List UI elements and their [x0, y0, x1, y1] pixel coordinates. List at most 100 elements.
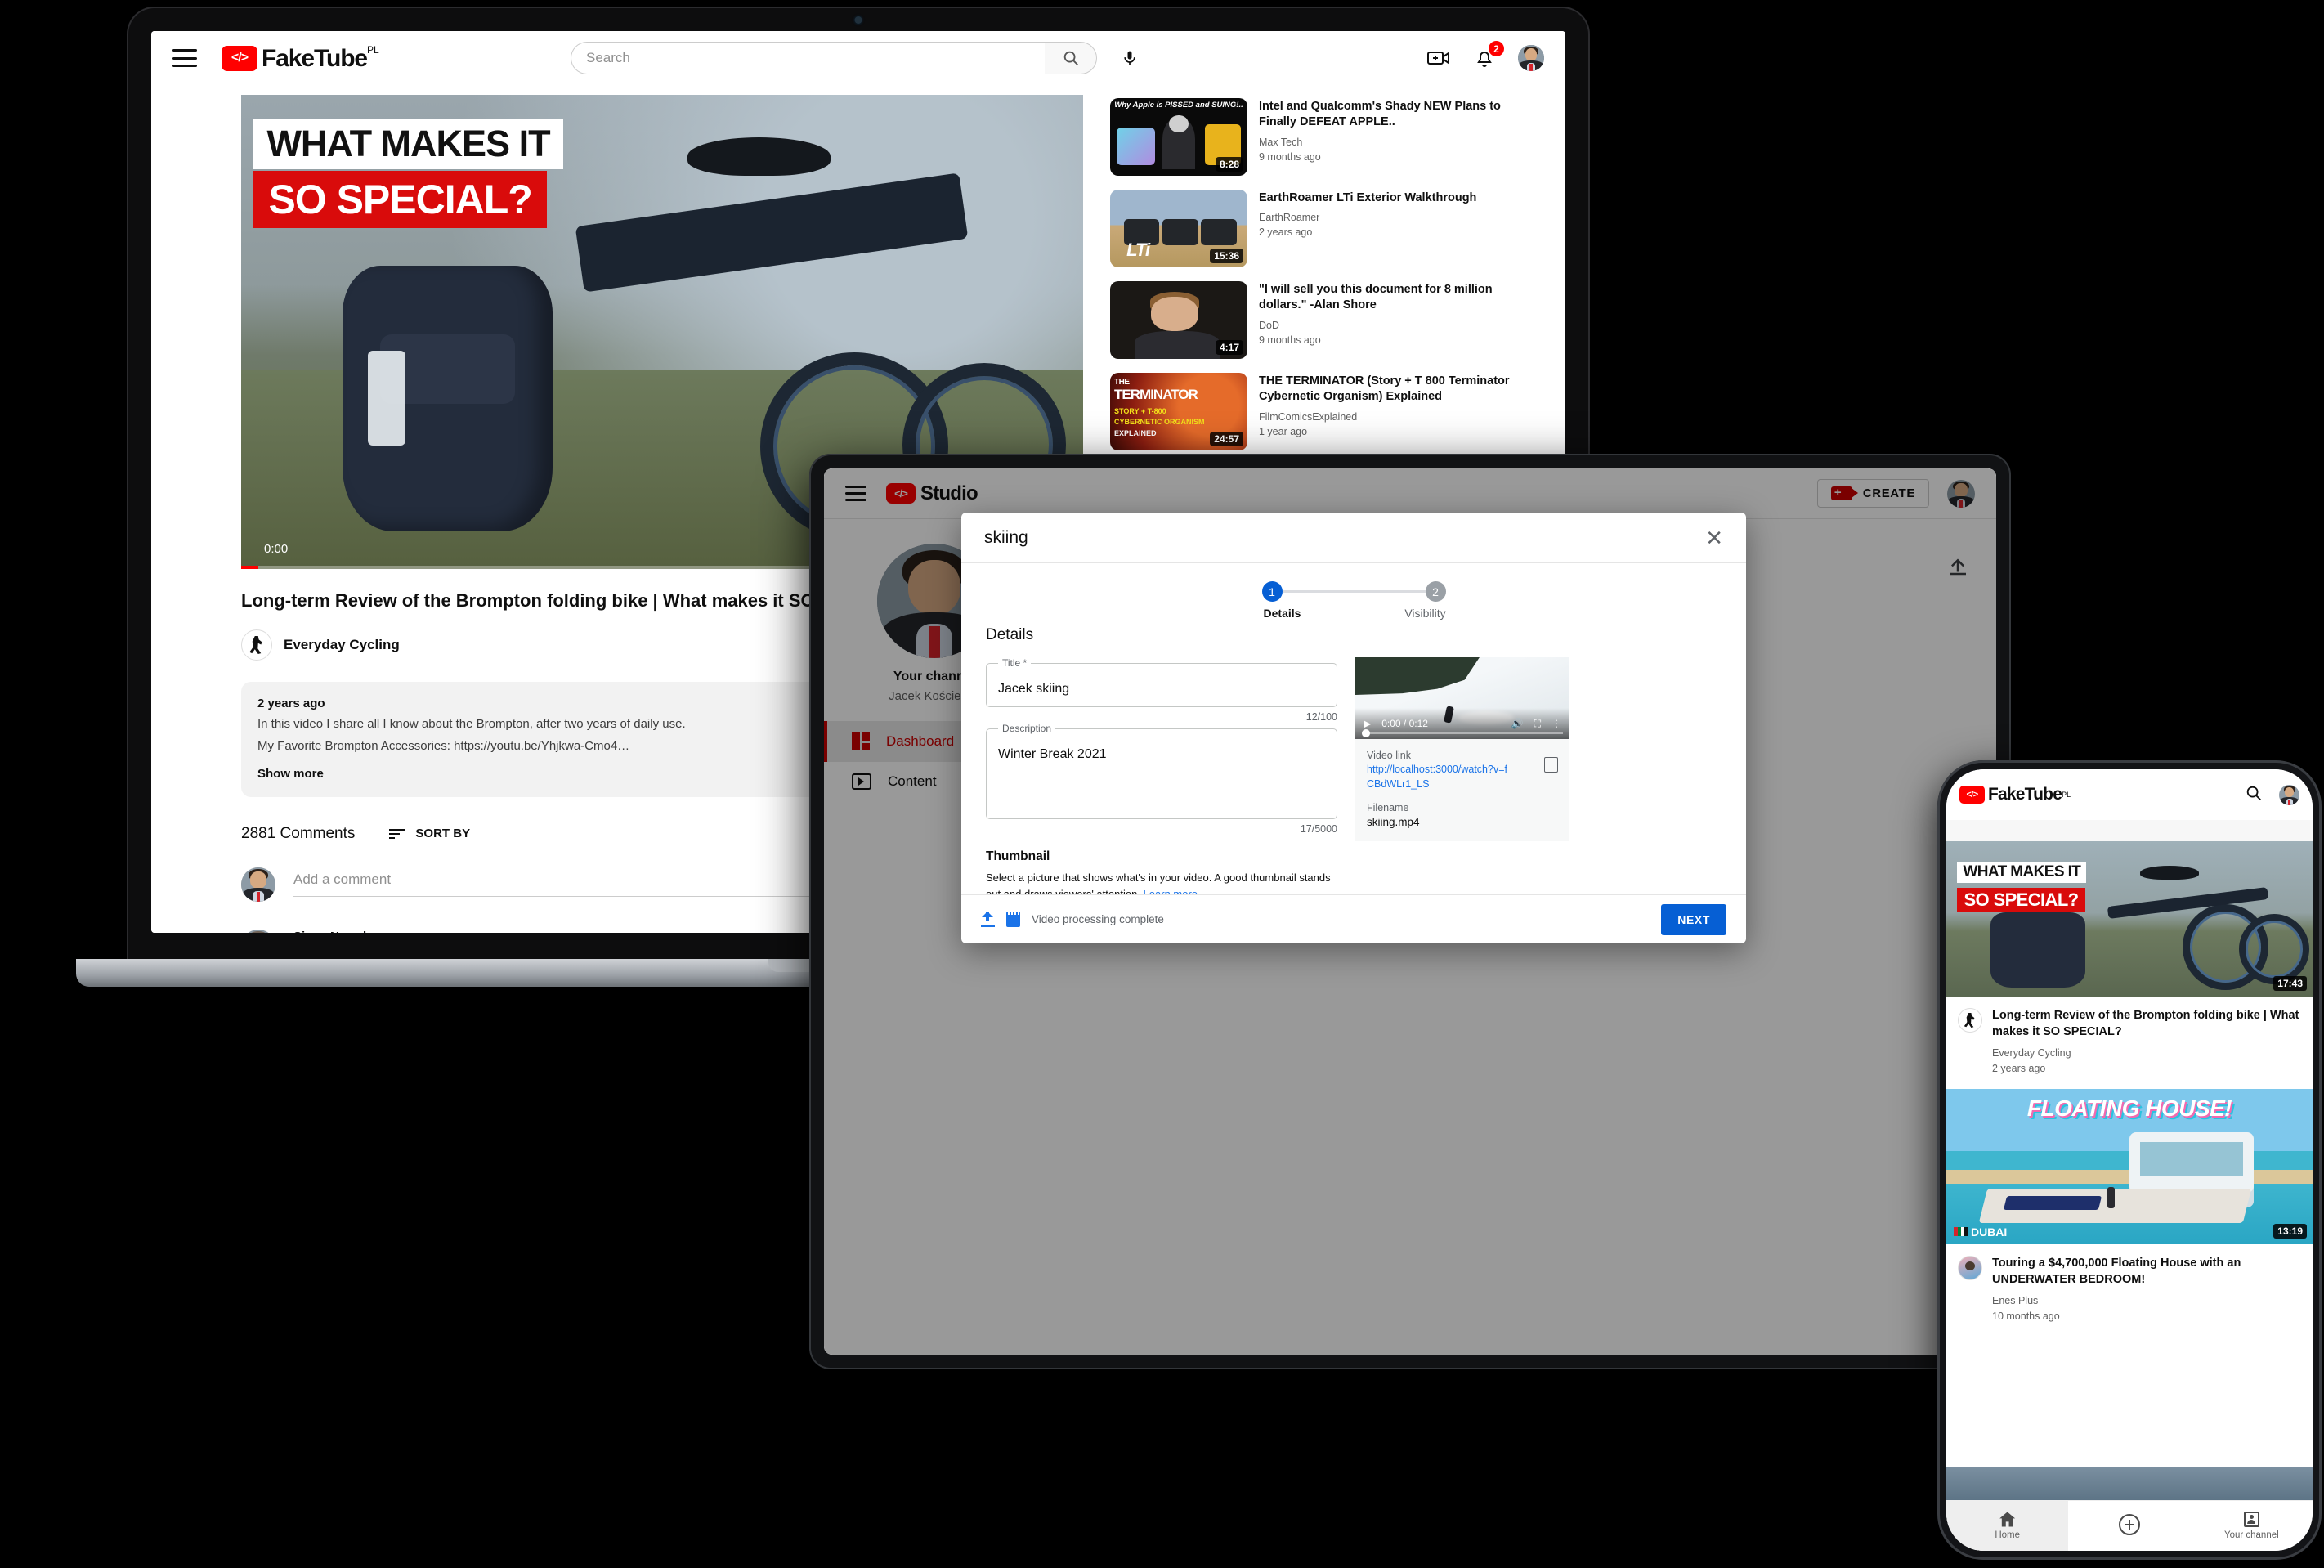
step-1-circle[interactable]: 1: [1261, 581, 1283, 602]
search-icon[interactable]: [2245, 784, 2263, 806]
video-title[interactable]: Touring a $4,700,000 Floating House with…: [1992, 1256, 2301, 1288]
list-item[interactable]: LTi 15:36 EarthRoamer LTi Exterior Walkt…: [1110, 190, 1511, 267]
uae-flag-icon: [1953, 1227, 1968, 1237]
title-field[interactable]: Title * Jacek skiing: [986, 657, 1337, 707]
microphone-icon[interactable]: [1113, 42, 1146, 74]
faketube-logo-icon: </>: [222, 45, 257, 71]
video-duration: 13:19: [2273, 1224, 2307, 1239]
thumbnail-overlay-line1: FLOATING HOUSE!: [2026, 1095, 2232, 1121]
title-counter: 12/100: [1305, 711, 1337, 723]
video-duration: 8:28: [1215, 157, 1243, 172]
laptop-camera-icon: [854, 16, 862, 24]
step-1-label: Details: [1263, 607, 1301, 620]
title-field-value[interactable]: Jacek skiing: [998, 682, 1325, 697]
faketube-logo-text: FakeTube: [1988, 785, 2062, 804]
list-item[interactable]: Why Apple is PISSED and SUING!.. 8:28 In…: [1110, 98, 1511, 176]
description-field[interactable]: Description Winter Break 2021: [986, 723, 1337, 819]
filename-label: Filename: [1367, 802, 1409, 813]
preview-seekbar[interactable]: [1362, 728, 1563, 737]
stepper-labels: Details Visibility: [961, 607, 1746, 620]
video-thumbnail[interactable]: FLOATING HOUSE! DUBAI 13:19: [1946, 1089, 2313, 1245]
nav-item-create[interactable]: [2068, 1501, 2190, 1551]
hamburger-icon[interactable]: [172, 49, 197, 67]
video-channel[interactable]: EarthRoamer: [1259, 212, 1476, 223]
video-thumbnail[interactable]: LTi 15:36: [1110, 190, 1247, 267]
video-title[interactable]: "I will sell you this document for 8 mil…: [1259, 282, 1511, 314]
video-thumbnail[interactable]: WHAT MAKES IT SO SPECIAL? 17:43: [1946, 841, 2313, 997]
faketube-logo-text: FakeTube: [262, 44, 368, 72]
faketube-header: </> FakeTube PL Search 2: [151, 31, 1565, 85]
fullscreen-icon[interactable]: ⛶: [1534, 718, 1541, 730]
video-title[interactable]: Long-term Review of the Brompton folding…: [1992, 1008, 2301, 1040]
notification-badge: 2: [1489, 41, 1504, 56]
copy-icon[interactable]: [1541, 755, 1558, 773]
stepper-line: [1282, 590, 1426, 593]
list-item[interactable]: THE TERMINATOR STORY + T-800 CYBERNETIC O…: [1110, 373, 1511, 450]
phone-header: </> FakeTube PL: [1946, 769, 2313, 820]
preview-controls[interactable]: ▶ 0:00 / 0:12 🔊 ⛶ ⋮: [1355, 708, 1569, 739]
search-input[interactable]: Search: [571, 42, 1045, 74]
search-icon[interactable]: [1045, 42, 1097, 74]
tablet-screen: </> Studio CREATE Your channel Jacek Koś…: [824, 468, 1996, 1355]
play-icon[interactable]: ▶: [1364, 718, 1371, 729]
video-link-value[interactable]: http://localhost:3000/watch?v=fCBdWLr1_L…: [1367, 763, 1514, 791]
upload-icon: [981, 912, 995, 927]
video-camera-plus-icon[interactable]: [1426, 46, 1451, 70]
screenshot-stage: </> FakeTube PL Search 2 WHAT MAKES IT S…: [0, 0, 2324, 1568]
video-duration: 4:17: [1215, 340, 1243, 355]
faketube-logo[interactable]: </> FakeTube PL: [222, 43, 379, 72]
channel-avatar[interactable]: [1958, 1256, 1982, 1281]
volume-icon[interactable]: 🔊: [1511, 718, 1524, 729]
avatar: [241, 929, 275, 933]
video-channel[interactable]: Everyday Cycling: [1992, 1047, 2301, 1059]
video-title[interactable]: Intel and Qualcomm's Shady NEW Plans to …: [1259, 99, 1511, 131]
nav-item-home[interactable]: Home: [1946, 1501, 2069, 1551]
description-field-value[interactable]: Winter Break 2021: [998, 747, 1325, 762]
close-icon[interactable]: ✕: [1705, 527, 1723, 549]
more-vertical-icon[interactable]: ⋮: [1552, 718, 1561, 729]
video-channel[interactable]: Enes Plus: [1992, 1295, 2301, 1306]
video-channel[interactable]: DoD: [1259, 320, 1511, 331]
channel-avatar[interactable]: [1958, 1008, 1982, 1033]
video-thumbnail[interactable]: THE TERMINATOR STORY + T-800 CYBERNETIC O…: [1110, 373, 1247, 450]
video-thumbnail[interactable]: 4:17: [1110, 281, 1247, 359]
video-duration: 15:36: [1210, 249, 1243, 263]
comments-count: 2881 Comments: [241, 824, 356, 842]
avatar[interactable]: [1518, 45, 1544, 71]
comment-author[interactable]: Siggy Nowak: [293, 930, 369, 934]
list-item[interactable]: FLOATING HOUSE! DUBAI 13:19 Touring a $4…: [1946, 1089, 2313, 1337]
video-published: 2 years ago: [1259, 226, 1313, 239]
details-heading: Details: [986, 626, 1034, 643]
sort-by-button[interactable]: SORT BY: [389, 827, 470, 840]
faketube-logo-locale: PL: [367, 43, 379, 56]
video-channel[interactable]: Max Tech: [1259, 137, 1511, 148]
video-thumbnail[interactable]: Why Apple is PISSED and SUING!.. 8:28: [1110, 98, 1247, 176]
thumbnail-location-label: DUBAI: [1970, 1225, 2008, 1239]
video-preview[interactable]: ▶ 0:00 / 0:12 🔊 ⛶ ⋮: [1355, 657, 1569, 739]
description-field-label: Description: [1002, 723, 1052, 734]
learn-more-link[interactable]: Learn more: [1144, 888, 1198, 894]
next-button[interactable]: NEXT: [1661, 903, 1726, 935]
nav-item-your-channel[interactable]: Your channel: [2191, 1501, 2313, 1551]
step-2-label: Visibility: [1404, 607, 1446, 620]
video-published: 10 months ago: [1992, 1310, 2060, 1323]
dialog-footer: Video processing complete NEXT: [961, 894, 1746, 943]
channel-name[interactable]: Everyday Cycling: [284, 637, 400, 653]
video-published: 1 year ago: [1259, 425, 1308, 437]
list-item[interactable]: 4:17 "I will sell you this document for …: [1110, 281, 1511, 359]
video-title[interactable]: EarthRoamer LTi Exterior Walkthrough: [1259, 190, 1476, 206]
bell-icon[interactable]: 2: [1472, 41, 1504, 70]
video-duration: 17:43: [2273, 976, 2307, 991]
description-counter: 17/5000: [1300, 823, 1337, 835]
channel-avatar[interactable]: [241, 629, 272, 661]
next-video-preview: [1946, 1467, 2313, 1500]
video-channel[interactable]: FilmComicsExplained: [1259, 411, 1511, 423]
film-icon: [1006, 912, 1020, 927]
dialog-body[interactable]: Details Title * Jacek skiing 12/100 Desc…: [961, 620, 1746, 894]
video-title[interactable]: THE TERMINATOR (Story + T 800 Terminator…: [1259, 374, 1511, 405]
list-item[interactable]: WHAT MAKES IT SO SPECIAL? 17:43 Long-ter…: [1946, 841, 2313, 1089]
step-2-circle[interactable]: 2: [1425, 581, 1446, 602]
phone-header-actions: [2245, 784, 2299, 806]
header-actions: 2: [1426, 41, 1544, 71]
avatar[interactable]: [2279, 784, 2299, 805]
